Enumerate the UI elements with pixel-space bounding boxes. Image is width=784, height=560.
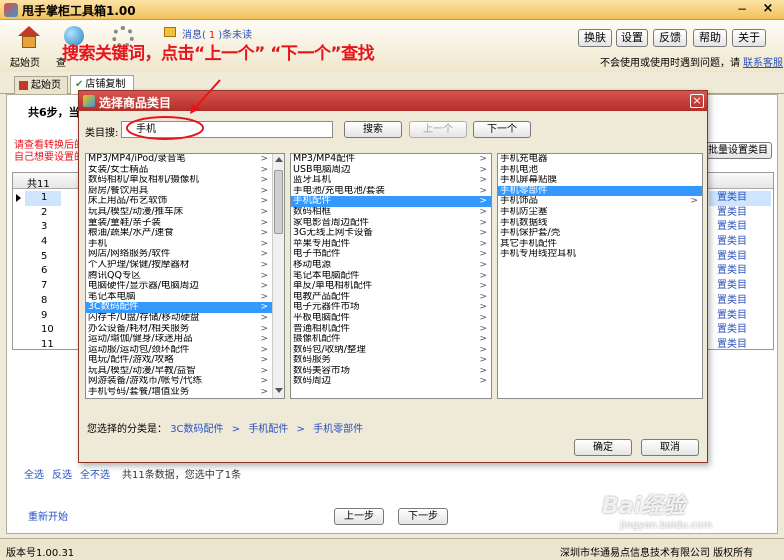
watermark-text: Bai经验 [602,494,686,519]
annotation-circle [126,116,204,140]
annotation-marks [126,79,221,140]
annotation-arrow-line [194,79,221,109]
watermark: Bai经验 jingyan.baidu.com [602,488,712,531]
watermark-sub: jingyan.baidu.com [620,520,713,531]
